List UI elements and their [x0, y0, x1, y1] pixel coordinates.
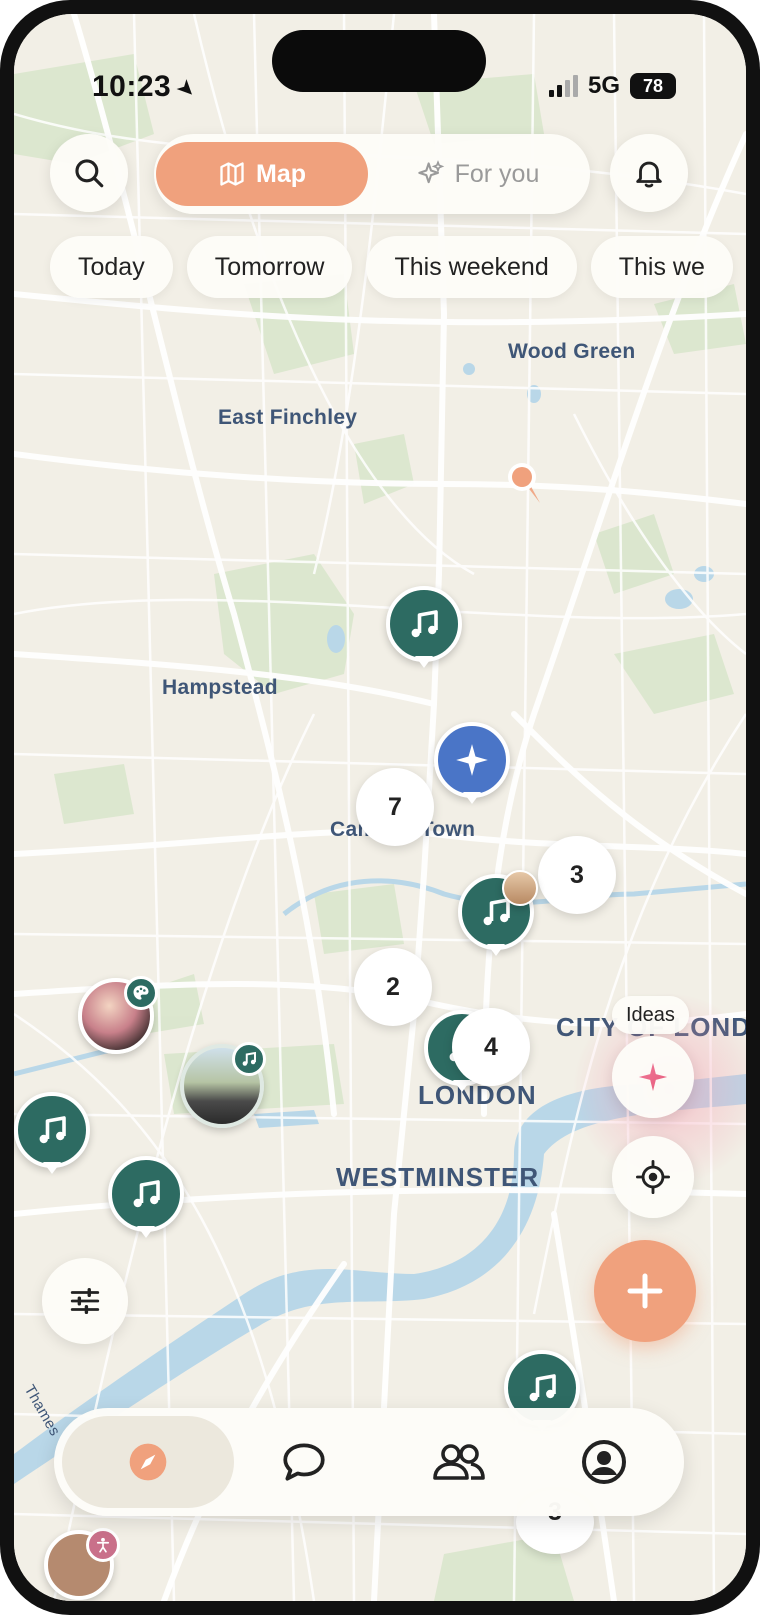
search-button[interactable] — [50, 134, 128, 212]
phone-frame: 10:23➤ 5G 78 Map For you Today Tomorrow … — [0, 0, 760, 1615]
tab-map[interactable]: Map — [156, 142, 368, 206]
music-note-icon — [232, 1042, 266, 1076]
tab-map-label: Map — [256, 159, 306, 188]
place-label: Wood Green — [508, 340, 636, 363]
featured-event-pin[interactable] — [434, 722, 510, 806]
network-label: 5G — [587, 72, 620, 99]
plus-icon — [627, 1273, 663, 1309]
user-location-marker — [508, 463, 540, 503]
map-icon — [220, 162, 244, 186]
ideas-button[interactable] — [612, 1036, 694, 1118]
event-cluster[interactable]: 3 — [538, 836, 616, 914]
star-icon — [434, 722, 510, 798]
filters-button[interactable] — [42, 1258, 128, 1344]
music-event-pin[interactable] — [108, 1156, 184, 1240]
dynamic-island — [272, 30, 486, 92]
event-cluster[interactable]: 2 — [354, 948, 432, 1026]
status-time: 10:23➤ — [92, 70, 203, 104]
people-icon — [433, 1444, 485, 1480]
view-toggle: Map For you — [154, 134, 590, 214]
tab-profile[interactable] — [554, 1416, 654, 1508]
place-label: Hampstead — [162, 676, 278, 699]
event-cluster[interactable]: 4 — [452, 1008, 530, 1086]
place-label: East Finchley — [218, 406, 358, 429]
music-note-icon — [386, 586, 462, 662]
date-filter-chips: Today Tomorrow This weekend This we — [50, 236, 733, 298]
recenter-button[interactable] — [612, 1136, 694, 1218]
tab-for-you[interactable]: For you — [372, 142, 584, 206]
crosshair-icon — [636, 1160, 670, 1194]
music-note-icon — [14, 1092, 90, 1168]
music-note-icon — [108, 1156, 184, 1232]
palette-icon — [124, 976, 158, 1010]
sparkle-icon — [638, 1062, 668, 1092]
friend-avatar[interactable] — [502, 870, 538, 906]
accessibility-icon — [86, 1528, 120, 1562]
tab-for-you-label: For you — [454, 159, 540, 188]
sparkles-icon — [417, 160, 444, 184]
tab-people[interactable] — [404, 1416, 514, 1508]
chip-tomorrow[interactable]: Tomorrow — [186, 236, 353, 298]
chip-today[interactable]: Today — [50, 236, 173, 298]
bell-icon — [636, 161, 662, 188]
music-event-pin[interactable] — [386, 586, 462, 670]
search-icon — [75, 159, 104, 188]
compass-icon — [129, 1443, 167, 1481]
chip-this-week[interactable]: This we — [590, 236, 733, 298]
status-time-text: 10:23 — [92, 70, 172, 103]
screen: 10:23➤ 5G 78 Map For you Today Tomorrow … — [14, 14, 746, 1601]
notifications-button[interactable] — [610, 134, 688, 212]
chip-this-weekend[interactable]: This weekend — [366, 236, 577, 298]
tab-explore[interactable] — [62, 1416, 234, 1508]
bottom-tab-bar — [54, 1408, 684, 1516]
place-label: WESTMINSTER — [336, 1162, 540, 1192]
chat-icon — [283, 1443, 325, 1481]
music-event-pin[interactable] — [14, 1092, 90, 1176]
create-event-button[interactable] — [594, 1240, 696, 1342]
signal-icon — [548, 75, 578, 97]
event-cluster[interactable]: 7 — [356, 768, 434, 846]
battery-icon: 78 — [630, 73, 676, 99]
profile-icon — [582, 1440, 626, 1484]
tab-chat[interactable] — [254, 1416, 354, 1508]
ideas-label: Ideas — [612, 996, 689, 1034]
sliders-icon — [70, 1287, 100, 1315]
status-indicators: 5G 78 — [548, 72, 676, 100]
